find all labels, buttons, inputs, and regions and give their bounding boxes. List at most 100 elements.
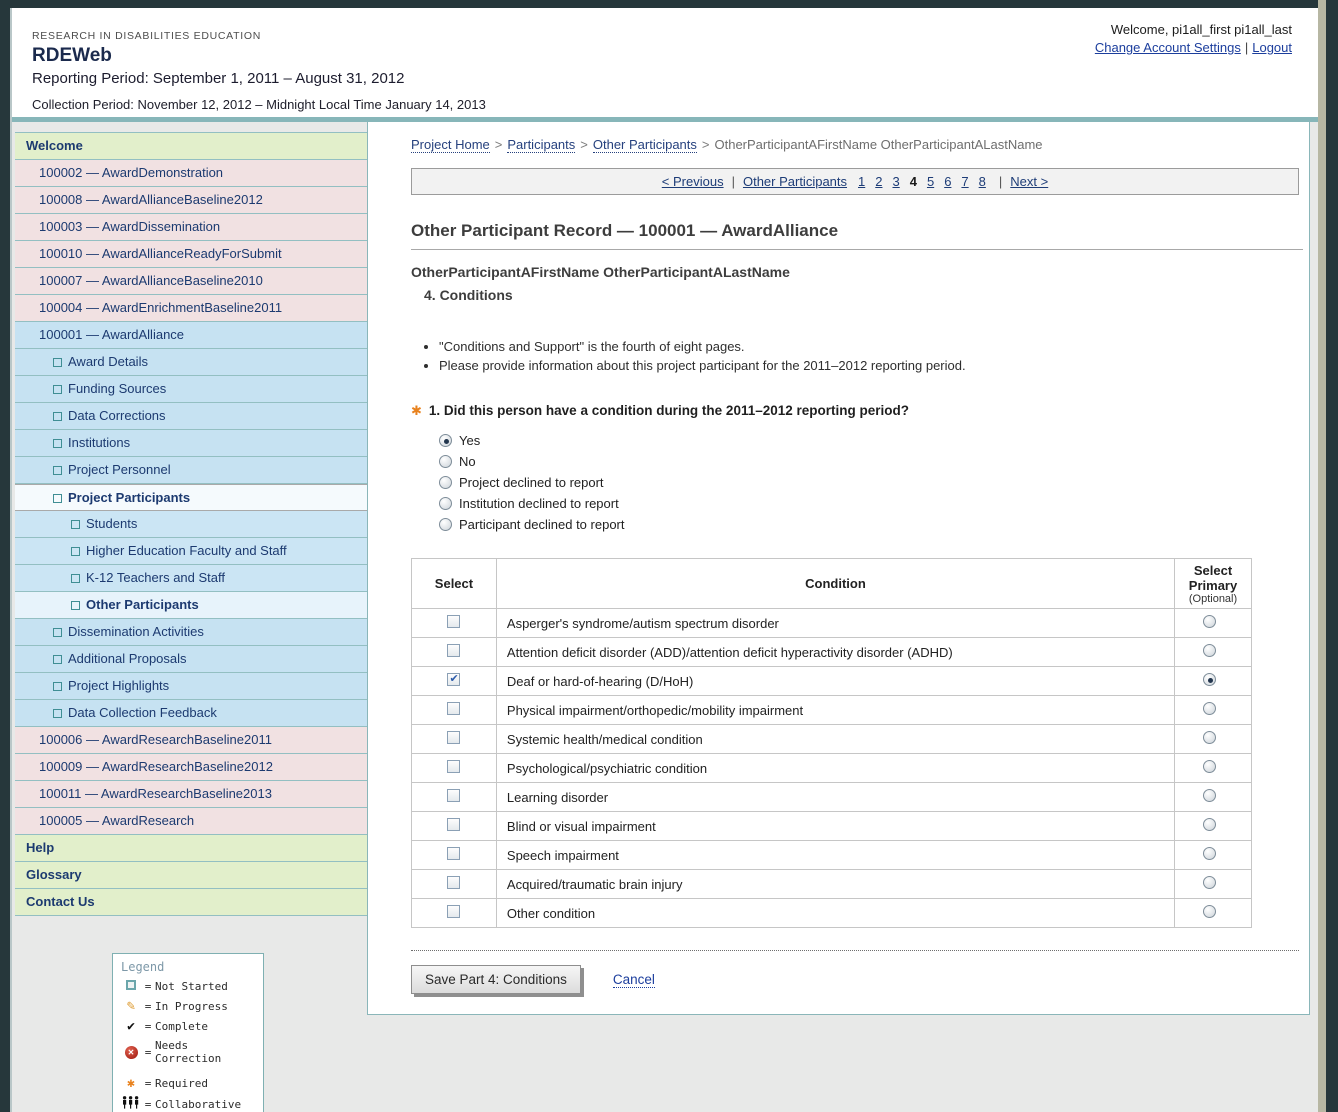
sidebar-item-100008-awardalliancebaseline2012[interactable]: 100008 — AwardAllianceBaseline2012 xyxy=(15,187,368,214)
primary-radio[interactable] xyxy=(1203,702,1216,715)
sidebar-item-dissemination-activities[interactable]: Dissemination Activities xyxy=(15,619,368,646)
condition-option-participant-declined-to-report[interactable]: Participant declined to report xyxy=(439,517,1299,532)
sidebar-item-other-participants[interactable]: Other Participants xyxy=(15,592,368,619)
change-account-settings-link[interactable]: Change Account Settings xyxy=(1095,40,1241,55)
sidebar-item-100006-awardresearchbaseline2011[interactable]: 100006 — AwardResearchBaseline2011 xyxy=(15,727,368,754)
radio-button[interactable] xyxy=(439,518,452,531)
primary-radio[interactable] xyxy=(1203,818,1216,831)
pagination-next-link[interactable]: Next > xyxy=(1010,174,1048,189)
pagination-page-3-link[interactable]: 3 xyxy=(892,174,899,189)
primary-radio-selected[interactable] xyxy=(1203,673,1216,686)
condition-checkbox[interactable] xyxy=(447,702,460,715)
sidebar-item-project-personnel[interactable]: Project Personnel xyxy=(15,457,368,484)
pagination-page-8-link[interactable]: 8 xyxy=(979,174,986,189)
sidebar-item-100009-awardresearchbaseline2012[interactable]: 100009 — AwardResearchBaseline2012 xyxy=(15,754,368,781)
primary-radio[interactable] xyxy=(1203,905,1216,918)
primary-cell xyxy=(1175,841,1252,870)
collection-period: Collection Period: November 12, 2012 – M… xyxy=(32,97,486,112)
primary-radio[interactable] xyxy=(1203,615,1216,628)
condition-checkbox[interactable] xyxy=(447,731,460,744)
radio-button[interactable] xyxy=(439,497,452,510)
condition-option-institution-declined-to-report[interactable]: Institution declined to report xyxy=(439,496,1299,511)
pagination-previous-link[interactable]: < Previous xyxy=(662,174,724,189)
condition-checkbox[interactable] xyxy=(447,644,460,657)
rdeweb-page: RESEARCH IN DISABILITIES EDUCATION RDEWe… xyxy=(10,8,1318,1112)
pagination-page-6-link[interactable]: 6 xyxy=(944,174,951,189)
not-started-icon xyxy=(53,385,62,394)
pagination-group-link[interactable]: Other Participants xyxy=(743,174,847,189)
complete-icon: ✔ xyxy=(121,1019,141,1034)
condition-checkbox[interactable] xyxy=(447,760,460,773)
primary-radio[interactable] xyxy=(1203,731,1216,744)
pagination-page-7-link[interactable]: 7 xyxy=(961,174,968,189)
pagination-page-2-link[interactable]: 2 xyxy=(875,174,882,189)
sidebar-item-help[interactable]: Help xyxy=(15,835,368,862)
radio-option-label: No xyxy=(459,454,476,469)
primary-radio[interactable] xyxy=(1203,789,1216,802)
sidebar-item-additional-proposals[interactable]: Additional Proposals xyxy=(15,646,368,673)
cancel-link[interactable]: Cancel xyxy=(613,972,655,988)
save-button[interactable]: Save Part 4: Conditions xyxy=(411,965,581,994)
breadcrumb: Project Home>Participants>Other Particip… xyxy=(411,137,1299,152)
sidebar-item-100007-awardalliancebaseline2010[interactable]: 100007 — AwardAllianceBaseline2010 xyxy=(15,268,368,295)
sidebar-item-100002-awarddemonstration[interactable]: 100002 — AwardDemonstration xyxy=(15,160,368,187)
sidebar-item-100001-awardalliance[interactable]: 100001 — AwardAlliance xyxy=(15,322,368,349)
breadcrumb-link-project-home[interactable]: Project Home xyxy=(411,137,490,153)
sidebar-item-project-participants[interactable]: Project Participants xyxy=(15,484,368,511)
sidebar-item-100004-awardenrichmentbaseline2011[interactable]: 100004 — AwardEnrichmentBaseline2011 xyxy=(15,295,368,322)
required-icon: ✱ xyxy=(411,403,422,418)
pagination-page-1-link[interactable]: 1 xyxy=(858,174,865,189)
condition-checkbox[interactable] xyxy=(447,905,460,918)
legend-title: Legend xyxy=(121,960,255,974)
legend-item-in-progress: ✎=In Progress xyxy=(121,998,255,1014)
sidebar-item-glossary[interactable]: Glossary xyxy=(15,862,368,889)
sidebar-item-k-12-teachers-and-staff[interactable]: K-12 Teachers and Staff xyxy=(15,565,368,592)
breadcrumb-link-other-participants[interactable]: Other Participants xyxy=(593,137,697,153)
condition-checkbox-checked[interactable] xyxy=(447,673,460,686)
radio-button[interactable] xyxy=(439,476,452,489)
sidebar-item-100011-awardresearchbaseline2013[interactable]: 100011 — AwardResearchBaseline2013 xyxy=(15,781,368,808)
sidebar-item-institutions[interactable]: Institutions xyxy=(15,430,368,457)
condition-option-no[interactable]: No xyxy=(439,454,1299,469)
primary-radio[interactable] xyxy=(1203,876,1216,889)
sidebar-item-award-details[interactable]: Award Details xyxy=(15,349,368,376)
breadcrumb-link-participants[interactable]: Participants xyxy=(507,137,575,153)
sidebar-item-welcome[interactable]: Welcome xyxy=(15,133,368,160)
condition-checkbox[interactable] xyxy=(447,847,460,860)
condition-option-yes[interactable]: Yes xyxy=(439,433,1299,448)
sidebar-item-contact-us[interactable]: Contact Us xyxy=(15,889,368,916)
primary-radio[interactable] xyxy=(1203,760,1216,773)
condition-checkbox[interactable] xyxy=(447,789,460,802)
not-started-icon xyxy=(53,412,62,421)
select-cell xyxy=(412,899,497,928)
logout-link[interactable]: Logout xyxy=(1252,40,1292,55)
pagination-page-5-link[interactable]: 5 xyxy=(927,174,934,189)
sidebar-item-students[interactable]: Students xyxy=(15,511,368,538)
program-name: RESEARCH IN DISABILITIES EDUCATION xyxy=(32,30,486,42)
main-content: Project Home>Participants>Other Particip… xyxy=(368,122,1309,994)
sidebar-item-project-highlights[interactable]: Project Highlights xyxy=(15,673,368,700)
radio-button-selected[interactable] xyxy=(439,434,452,447)
condition-checkbox[interactable] xyxy=(447,876,460,889)
app-title: RDEWeb xyxy=(32,45,486,67)
condition-checkbox[interactable] xyxy=(447,615,460,628)
conditions-table: Select Condition Select Primary (Optiona… xyxy=(411,558,1252,928)
sidebar-item-label: 100003 — AwardDissemination xyxy=(39,219,220,234)
sidebar-item-100005-awardresearch[interactable]: 100005 — AwardResearch xyxy=(15,808,368,835)
sidebar-item-data-collection-feedback[interactable]: Data Collection Feedback xyxy=(15,700,368,727)
primary-header-line2: Primary xyxy=(1175,578,1251,593)
sidebar-item-100003-awarddissemination[interactable]: 100003 — AwardDissemination xyxy=(15,214,368,241)
primary-radio[interactable] xyxy=(1203,847,1216,860)
condition-checkbox[interactable] xyxy=(447,818,460,831)
sidebar-item-funding-sources[interactable]: Funding Sources xyxy=(15,376,368,403)
sidebar-item-higher-education-faculty-and-staff[interactable]: Higher Education Faculty and Staff xyxy=(15,538,368,565)
condition-option-project-declined-to-report[interactable]: Project declined to report xyxy=(439,475,1299,490)
radio-button[interactable] xyxy=(439,455,452,468)
app-header: RESEARCH IN DISABILITIES EDUCATION RDEWe… xyxy=(12,8,1318,122)
sidebar-item-100010-awardalliancereadyforsubmit[interactable]: 100010 — AwardAllianceReadyForSubmit xyxy=(15,241,368,268)
primary-cell xyxy=(1175,609,1252,638)
sidebar-item-label: Help xyxy=(26,840,54,855)
page-note: Please provide information about this pr… xyxy=(439,358,1299,373)
sidebar-item-data-corrections[interactable]: Data Corrections xyxy=(15,403,368,430)
primary-radio[interactable] xyxy=(1203,644,1216,657)
